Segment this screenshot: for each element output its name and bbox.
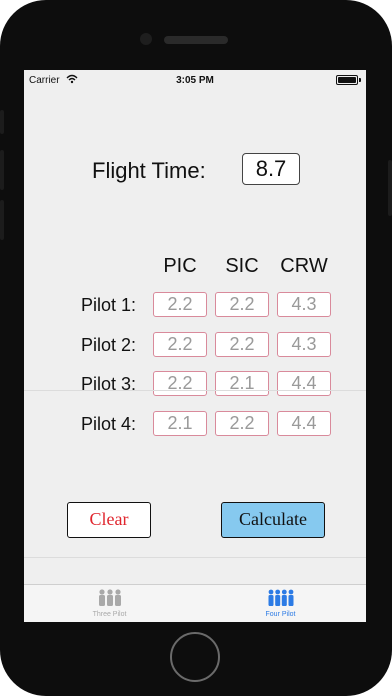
- tab-four-pilot-label: Four Pilot: [265, 611, 296, 618]
- front-camera: [140, 33, 152, 45]
- pilot-2-label: Pilot 2:: [80, 335, 136, 355]
- column-header-pic: PIC: [163, 255, 197, 277]
- calculate-button[interactable]: Calculate: [221, 502, 325, 538]
- tab-three-pilot[interactable]: Three Pilot: [24, 585, 195, 622]
- divider-line: [24, 557, 366, 558]
- earpiece-speaker: [164, 36, 228, 44]
- pilot-1-pic-field[interactable]: 2.2: [153, 292, 207, 317]
- pilot-2-sic-field[interactable]: 2.2: [215, 332, 269, 357]
- column-header-crw: CRW: [280, 255, 328, 277]
- clear-button[interactable]: Clear: [67, 502, 151, 538]
- volume-up-button: [0, 150, 4, 190]
- app-screen: Carrier 3:05 PM Flight Time: 8.7 PIC SIC…: [24, 70, 366, 622]
- pilot-3-sic-field[interactable]: 2.1: [215, 371, 269, 396]
- pilot-2-pic-field[interactable]: 2.2: [153, 332, 207, 357]
- mute-switch: [0, 110, 4, 134]
- pilot-2-crw-field[interactable]: 4.3: [277, 332, 331, 357]
- pilot-4-pic-field[interactable]: 2.1: [153, 411, 207, 436]
- tab-four-pilot[interactable]: Four Pilot: [195, 585, 366, 622]
- pilot-1-label: Pilot 1:: [80, 295, 136, 315]
- pilot-3-pic-field[interactable]: 2.2: [153, 371, 207, 396]
- pilot-1-sic-field[interactable]: 2.2: [215, 292, 269, 317]
- status-bar: Carrier 3:05 PM: [24, 70, 366, 90]
- pilot-4-sic-field[interactable]: 2.2: [215, 411, 269, 436]
- pilot-4-crw-field[interactable]: 4.4: [277, 411, 331, 436]
- column-header-sic: SIC: [225, 255, 259, 277]
- three-pilots-icon: [96, 588, 124, 613]
- pilot-1-crw-field[interactable]: 4.3: [277, 292, 331, 317]
- battery-icon: [336, 75, 361, 85]
- tab-three-pilot-label: Three Pilot: [92, 611, 127, 618]
- pilot-3-crw-field[interactable]: 4.4: [277, 371, 331, 396]
- four-pilots-icon: [267, 588, 295, 613]
- status-time: 3:05 PM: [176, 75, 214, 86]
- power-button: [388, 160, 392, 216]
- tab-bar: Three Pilot Four Pilot: [24, 584, 366, 622]
- volume-down-button: [0, 200, 4, 240]
- home-button[interactable]: [170, 632, 220, 682]
- phone-frame: Carrier 3:05 PM Flight Time: 8.7 PIC SIC…: [0, 0, 392, 696]
- flight-time-label: Flight Time:: [92, 158, 206, 183]
- divider-line: [24, 390, 366, 391]
- flight-time-field[interactable]: 8.7: [242, 153, 300, 185]
- pilot-3-label: Pilot 3:: [80, 374, 136, 394]
- pilot-4-label: Pilot 4:: [80, 414, 136, 434]
